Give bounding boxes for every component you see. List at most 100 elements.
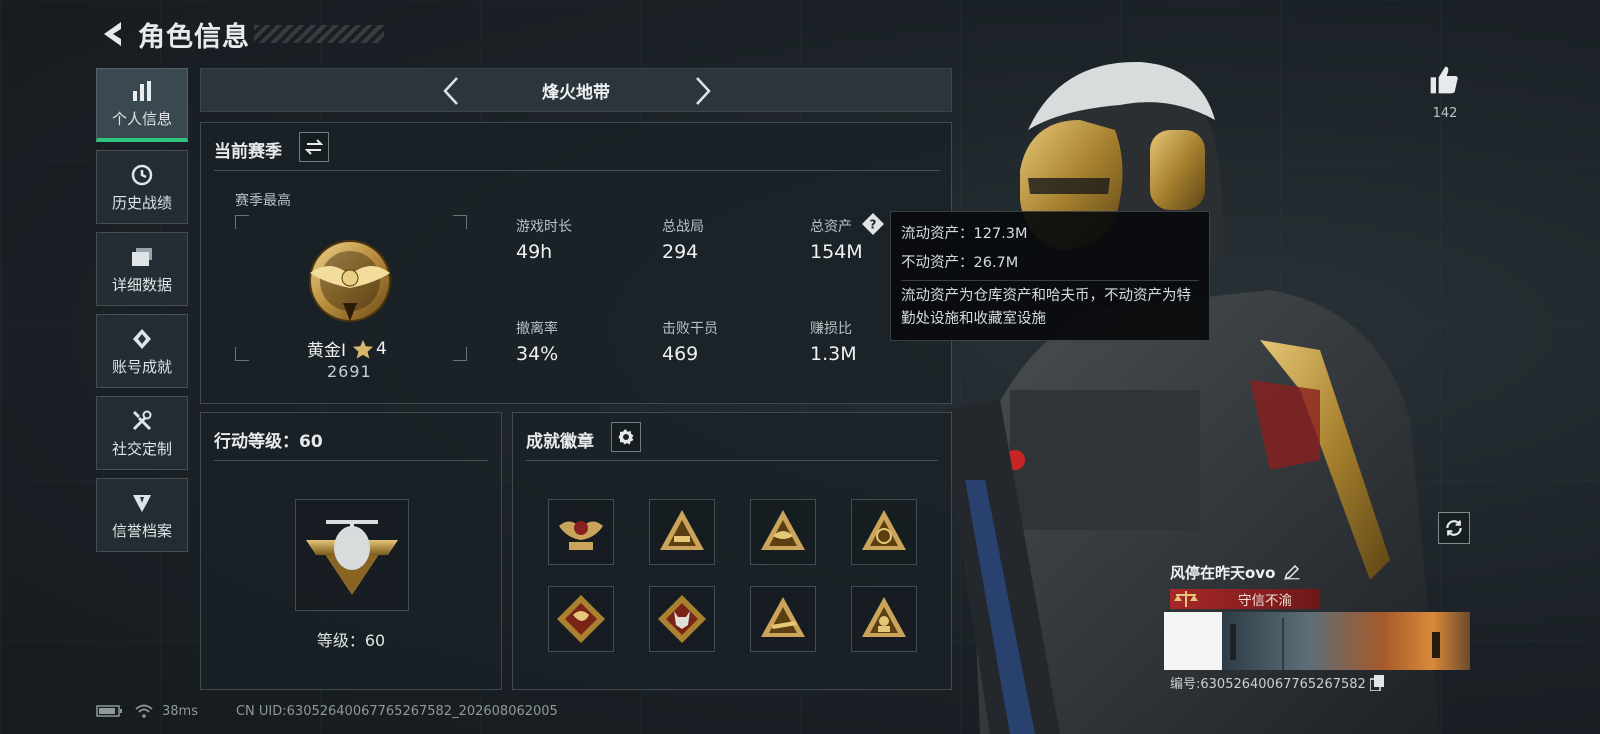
achievement-badge[interactable] <box>548 499 614 565</box>
season-best-label: 赛季最高 <box>235 193 291 209</box>
like-button[interactable] <box>1428 64 1462 98</box>
ping-value: 38ms <box>162 703 198 719</box>
rank-points: 2691 <box>327 362 372 381</box>
banner-image <box>1222 612 1470 670</box>
assets-help-button[interactable]: ? <box>861 212 885 236</box>
rank-name: 黄金Ⅰ <box>307 341 347 361</box>
tooltip-fixed-assets: 不动资产：26.7M <box>901 255 1019 271</box>
back-arrow-icon <box>104 22 121 46</box>
badge-settings-button[interactable] <box>611 422 641 452</box>
stat-label-profit-ratio: 赚损比 <box>810 321 852 337</box>
action-level-panel: 行动等级：60 等级：60 <box>200 412 502 690</box>
stat-value-extraction-rate: 34% <box>516 343 559 365</box>
tooltip-note: 流动资产为仓库资产和哈夫币，不动资产为特勤处设施和收藏室设施 <box>901 288 1191 327</box>
stat-value-profit-ratio: 1.3M <box>810 343 857 365</box>
status-bar: 38ms CN UID:6305264006776526758​2_202608… <box>96 703 558 719</box>
achievement-diamond-icon <box>129 326 155 352</box>
stat-value-total-assets: 154M <box>810 241 863 263</box>
title-decoration <box>254 25 384 43</box>
rank-stars: 4 <box>376 338 387 359</box>
bar-chart-icon <box>129 78 155 104</box>
thumbs-up-icon <box>1430 66 1458 94</box>
sidebar-item-social-custom[interactable]: 社交定制 <box>96 396 188 470</box>
sidebar-item-achievements[interactable]: 账号成就 <box>96 314 188 388</box>
season-mode-title: 烽火地带 <box>542 83 610 103</box>
chevron-right-icon <box>696 77 711 105</box>
badge-eri-triangle-icon <box>862 510 906 550</box>
sidebar-item-label: 信誉档案 <box>111 521 172 540</box>
action-level-emblem-frame <box>295 499 409 611</box>
stat-value-total-matches: 294 <box>662 241 699 263</box>
achievement-badges-panel: 成就徽章 <box>512 412 952 690</box>
back-button[interactable] <box>96 17 130 51</box>
achievements-title: 成就徽章 <box>526 432 594 452</box>
battery-icon <box>96 705 122 717</box>
sidebar-item-label: 历史战绩 <box>111 193 172 212</box>
rank-medal-gold-icon <box>309 240 391 322</box>
stat-value-kills: 469 <box>662 343 699 365</box>
achievement-badge[interactable] <box>750 499 816 565</box>
sidebar-item-label: 社交定制 <box>111 439 172 458</box>
reputation-label: 守信不渝 <box>1238 593 1292 609</box>
achievement-badge[interactable] <box>851 586 917 652</box>
uid-text: CN UID:6305264006776526758​2_20260806200… <box>235 703 558 719</box>
sidebar-item-personal-info[interactable]: 个人信息 <box>96 68 188 142</box>
current-season-title: 当前赛季 <box>214 142 282 162</box>
achievement-badge[interactable] <box>750 586 816 652</box>
sidebar-item-label: 个人信息 <box>111 110 172 128</box>
stat-label-kills: 击败干员 <box>662 321 718 337</box>
player-name-row: 风停在昨天ovo <box>1170 562 1303 583</box>
scales-icon <box>1174 591 1198 607</box>
edit-name-button[interactable] <box>1283 563 1303 583</box>
copy-id-button[interactable] <box>1369 674 1384 691</box>
player-name: 风停在昨天ovo <box>1170 564 1276 582</box>
refresh-button[interactable] <box>1438 512 1470 544</box>
action-level-title: 行动等级：60 <box>214 432 323 452</box>
sidebar-item-label: 账号成就 <box>111 357 172 376</box>
badge-dragon-diamond-icon <box>557 595 605 643</box>
page-title: 角色信息 <box>138 21 250 53</box>
achievement-badge[interactable] <box>649 499 715 565</box>
sidebar-item-detailed-data[interactable]: 详细数据 <box>96 232 188 306</box>
badge-winged-crest-icon <box>559 521 603 550</box>
pencil-icon <box>1284 564 1300 580</box>
badge-wolf-diamond-icon <box>658 595 706 643</box>
folder-stack-icon <box>129 244 155 270</box>
stat-label-total-assets: 总资产 <box>810 219 852 235</box>
player-id: 编号:6305264006776526758​2 <box>1170 677 1366 692</box>
player-id-row: 编号:6305264006776526758​2 <box>1170 673 1384 692</box>
question-diamond-icon: ? <box>862 213 884 235</box>
shield-emblem-icon <box>129 490 155 516</box>
action-level-value: 等级：60 <box>316 631 386 650</box>
clock-history-icon <box>129 162 155 188</box>
stat-value-playtime: 49h <box>516 241 553 263</box>
current-season-panel: 当前赛季 赛季最高 黄金Ⅰ 4 2691 游戏时长 49h 总战局 294 总资… <box>200 122 952 404</box>
achievement-badge[interactable] <box>851 499 917 565</box>
badge-plane-triangle-icon <box>761 597 805 637</box>
star-icon <box>353 339 374 359</box>
rank-row: 黄金Ⅰ 4 <box>307 336 387 362</box>
refresh-icon <box>1446 520 1462 536</box>
gear-icon <box>618 429 634 445</box>
sidebar-item-history[interactable]: 历史战绩 <box>96 150 188 224</box>
switch-season-button[interactable] <box>299 132 329 162</box>
stat-label-total-matches: 总战局 <box>662 219 704 235</box>
stat-label-playtime: 游戏时长 <box>516 219 572 235</box>
tools-icon <box>129 408 155 434</box>
badge-soldier-triangle-icon <box>862 597 906 637</box>
sidebar-item-label: 详细数据 <box>111 275 172 294</box>
copy-icon <box>1369 674 1384 691</box>
reputation-banner: 守信不渝 <box>1170 589 1320 609</box>
achievement-badge[interactable] <box>649 586 715 652</box>
achievement-badge[interactable] <box>548 586 614 652</box>
swap-arrows-icon <box>305 139 323 155</box>
season-selector: 烽火地带 <box>200 68 952 112</box>
sidebar-item-reputation[interactable]: 信誉档案 <box>96 478 188 552</box>
header: 角色信息 <box>96 14 384 54</box>
assets-tooltip: 流动资产：127.3M 不动资产：26.7M 流动资产为仓库资产和哈夫币，不动资… <box>890 211 1210 341</box>
player-banner-card[interactable] <box>1164 612 1470 670</box>
next-season-button[interactable] <box>687 75 719 107</box>
sidebar: 个人信息 历史战绩 详细数据 账号成就 社交定制 信誉档案 <box>96 68 188 560</box>
like-count: 142 <box>1432 106 1458 121</box>
badge-eagle-triangle-icon <box>761 510 805 550</box>
